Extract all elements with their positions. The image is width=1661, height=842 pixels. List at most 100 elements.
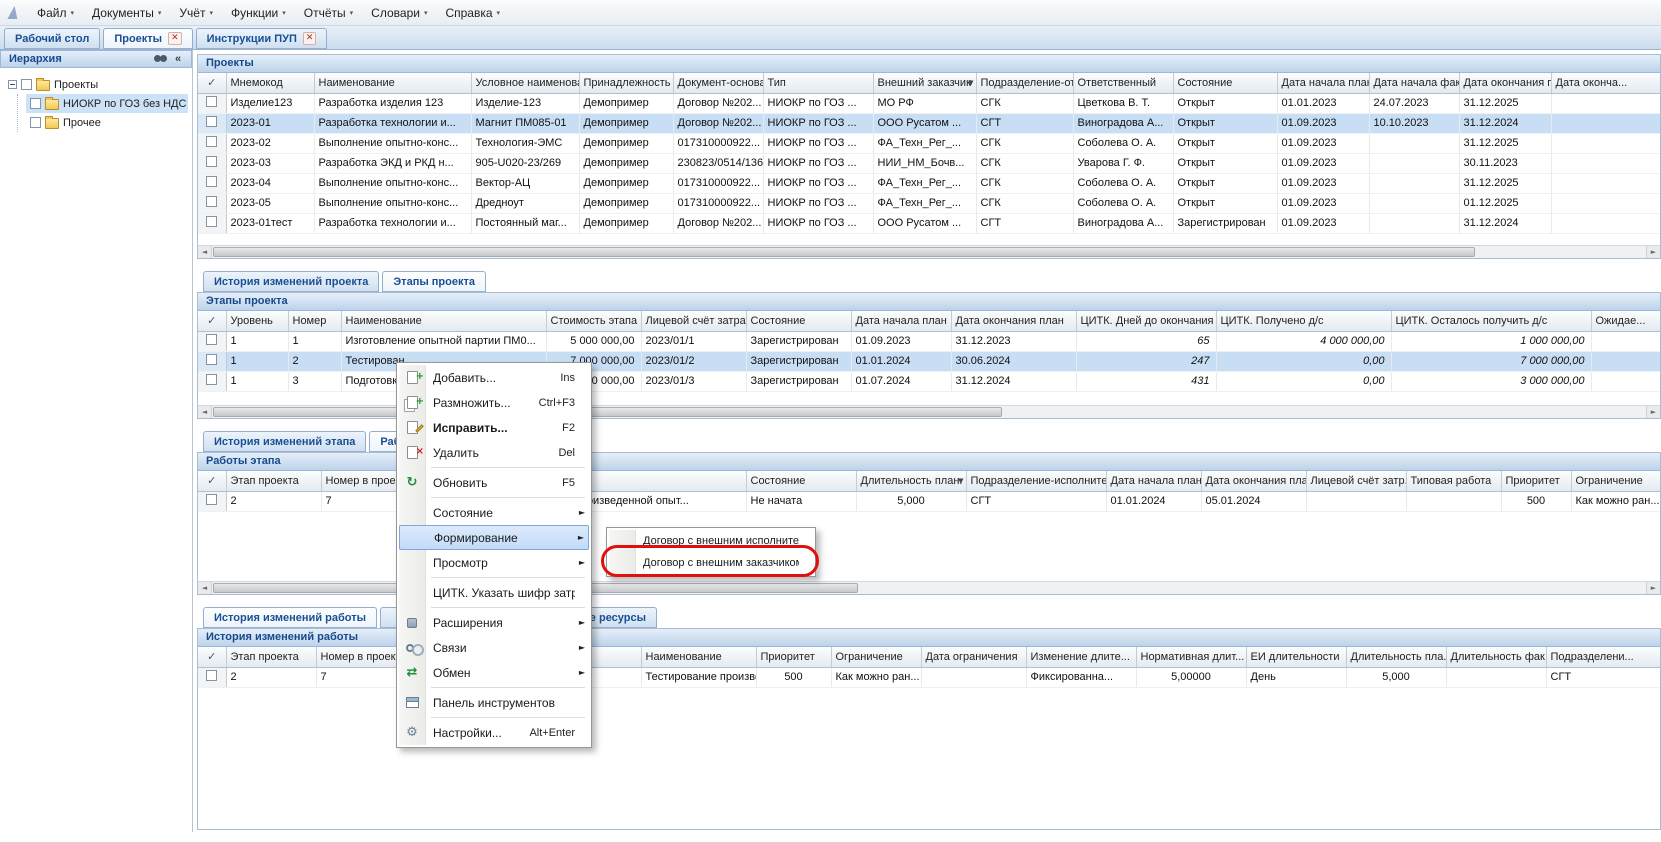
submenu-item-contract-external-customer[interactable]: Договор с внешним заказчиком... [609,552,813,574]
search-button[interactable] [151,52,169,66]
tab-stage-history[interactable]: История изменений этапа [203,431,366,452]
column-header[interactable]: Наименование [641,647,756,667]
filter-arrow-icon[interactable]: ▼ [968,79,973,87]
column-header[interactable]: Дата оконча... [1551,73,1660,93]
menu-file[interactable]: Файл▾ [28,2,83,24]
expander-icon[interactable] [8,80,17,89]
tree-checkbox[interactable] [30,117,41,128]
column-header[interactable]: Ограничение [831,647,921,667]
menu-functions[interactable]: Функции▾ [222,2,295,24]
filter-arrow-icon[interactable]: ▼ [958,477,963,485]
column-header[interactable]: Подразделени... [1546,647,1660,667]
column-header[interactable]: Подразделение-от... [976,73,1073,93]
column-header[interactable]: ЕИ длительности [1246,647,1346,667]
row-checkbox[interactable] [206,96,217,107]
menu-documents[interactable]: Документы▾ [83,2,170,24]
close-tab-icon[interactable]: ✕ [168,32,182,45]
menu-item-delete[interactable]: × Удалить Del [399,440,589,465]
column-header[interactable]: Лицевой счёт затр... [1306,471,1406,491]
table-row[interactable]: 2023-02Выполнение опытно-конс...Технолог… [198,133,1660,153]
column-header[interactable]: Условное наименова... [471,73,579,93]
tree-checkbox[interactable] [21,79,32,90]
column-header[interactable]: Дата окончания п... [1459,73,1551,93]
column-header[interactable]: Этап проекта [226,647,316,667]
menu-reports[interactable]: Отчёты▾ [295,2,362,24]
row-checkbox[interactable] [206,334,217,345]
column-header[interactable]: Наименование [341,311,546,331]
row-checkbox[interactable] [206,216,217,227]
row-checkbox[interactable] [206,670,217,681]
column-header[interactable]: Ожидае... [1591,311,1660,331]
menu-item-add[interactable]: + Добавить... Ins [399,365,589,390]
column-header[interactable]: Нормативная длит... [1136,647,1246,667]
column-header[interactable]: Принадлежность [579,73,673,93]
column-header[interactable]: Уровень [226,311,288,331]
column-header[interactable]: Тип [763,73,873,93]
column-header[interactable]: Стоимость этапа [546,311,641,331]
menu-item-refresh[interactable]: ↻ Обновить F5 [399,470,589,495]
tab-instructions[interactable]: Инструкции ПУП✕ [196,28,328,49]
menu-item-formation[interactable]: Формирование ► [399,525,589,550]
row-checkbox[interactable] [206,116,217,127]
collapse-panel-button[interactable]: « [169,52,187,66]
menu-item-edit[interactable]: Исправить... F2 [399,415,589,440]
row-checkbox[interactable] [206,136,217,147]
row-checkbox[interactable] [206,176,217,187]
table-row[interactable]: 11Изготовление опытной партии ПМ0...5 00… [198,331,1660,351]
menu-item-duplicate[interactable]: + Размножить... Ctrl+F3 [399,390,589,415]
select-all-header[interactable]: ✓ [198,311,226,331]
tab-desktop[interactable]: Рабочий стол [4,28,100,49]
column-header[interactable]: Изменение длите... [1026,647,1136,667]
column-header[interactable]: Номер в проекте [316,647,401,667]
scrollbar-thumb[interactable] [213,247,1475,257]
column-header[interactable]: Состояние [746,471,856,491]
column-header[interactable]: Документ-основан... [673,73,763,93]
column-header[interactable]: ЦИТК. Дней до окончания [1076,311,1216,331]
column-header[interactable]: Длительность фак... [1446,647,1546,667]
tree-item-other[interactable]: Прочее [26,113,188,132]
tree-item-niokr-goz[interactable]: НИОКР по ГОЗ без НДС [26,94,188,113]
submenu-item-contract-external-executor[interactable]: Договор с внешним исполнителем... [609,530,813,552]
column-header[interactable]: Длительность пла... [1346,647,1446,667]
horizontal-scrollbar[interactable]: ◄ ► [198,245,1660,258]
column-header[interactable]: Внешний заказчик▼ [873,73,976,93]
column-header[interactable]: ЦИТК. Осталось получить д/с [1391,311,1591,331]
select-all-header[interactable]: ✓ [198,471,226,491]
scrollbar-thumb[interactable] [213,407,1002,417]
table-row[interactable]: Изделие123Разработка изделия 123Изделие-… [198,93,1660,113]
scroll-right-icon[interactable]: ► [1646,246,1660,258]
select-all-header[interactable]: ✓ [198,647,226,667]
tab-work-history[interactable]: История изменений работы [203,607,377,628]
row-checkbox[interactable] [206,494,217,505]
column-header[interactable]: Длительность план.▼ [856,471,966,491]
column-header[interactable]: ЦИТК. Получено д/с [1216,311,1391,331]
row-checkbox[interactable] [206,196,217,207]
menu-item-citk-cost-code[interactable]: ЦИТК. Указать шифр затрат... [399,580,589,605]
column-header[interactable]: Мнемокод [226,73,314,93]
menu-item-exchange[interactable]: ⇄ Обмен ► [399,660,589,685]
column-header[interactable]: Типовая работа [1406,471,1501,491]
column-header[interactable]: Дата начала план. [1106,471,1201,491]
menu-item-toolbar-panel[interactable]: Панель инструментов [399,690,589,715]
row-checkbox[interactable] [206,374,217,385]
row-checkbox[interactable] [206,156,217,167]
tab-project-history[interactable]: История изменений проекта [203,271,379,292]
column-header[interactable]: Номер [288,311,341,331]
scroll-left-icon[interactable]: ◄ [198,582,212,594]
column-header[interactable]: Ответственный [1073,73,1173,93]
column-header[interactable]: Приоритет [1501,471,1571,491]
row-checkbox[interactable] [206,354,217,365]
column-header[interactable]: Дата начала факт. [1369,73,1459,93]
table-row[interactable]: 2023-01Разработка технологии и...Магнит … [198,113,1660,133]
table-row[interactable]: 2023-03Разработка ЭКД и РКД н...905-U020… [198,153,1660,173]
close-tab-icon[interactable]: ✕ [303,32,317,45]
menu-item-settings[interactable]: ⚙ Настройки... Alt+Enter [399,720,589,745]
tab-project-stages[interactable]: Этапы проекта [382,271,486,292]
scrollbar-track[interactable] [212,246,1646,258]
scroll-left-icon[interactable]: ◄ [198,246,212,258]
column-header[interactable]: Подразделение-исполнитель... [966,471,1106,491]
column-header[interactable]: Дата окончания план [1201,471,1306,491]
tab-projects[interactable]: Проекты✕ [103,28,192,49]
table-row[interactable]: 2023-05Выполнение опытно-конс...Дредноут… [198,193,1660,213]
select-all-header[interactable]: ✓ [198,73,226,93]
